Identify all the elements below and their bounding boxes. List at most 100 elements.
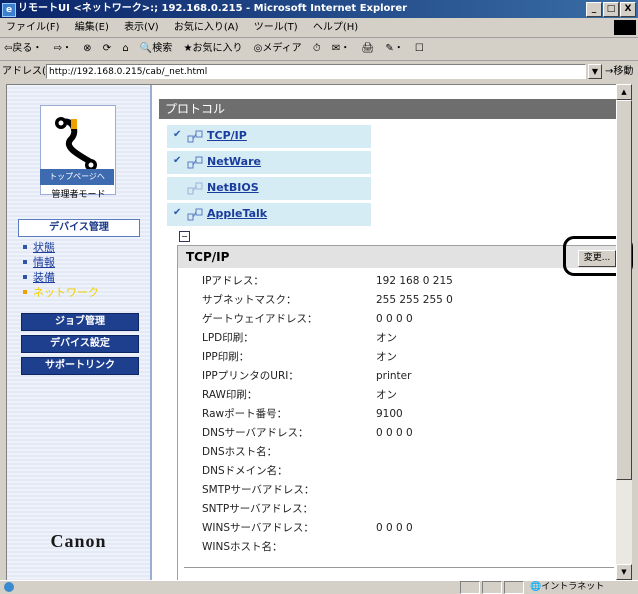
- go-button[interactable]: →移動: [605, 61, 633, 83]
- zone-label: イントラネット: [541, 582, 605, 592]
- maximize-button[interactable]: □: [603, 2, 619, 17]
- tcpip-settings-panel: TCP/IP 変更... IPアドレス： 192 168 0 215 サブネットマ…: [177, 245, 622, 581]
- setting-row-dns-domain: DNSドメイン名：: [202, 462, 602, 481]
- setting-row-ip-address: IPアドレス： 192 168 0 215: [202, 272, 602, 291]
- setting-label: WINSサーバアドレス：: [202, 522, 314, 534]
- stop-button[interactable]: ⊗: [79, 38, 95, 60]
- setting-value: 0 0 0 0: [376, 427, 413, 439]
- setting-label: DNSドメイン名：: [202, 465, 288, 477]
- setting-row-lpd: LPD印刷： オン: [202, 329, 602, 348]
- minimize-button[interactable]: _: [586, 2, 602, 17]
- favorites-button[interactable]: ★お気に入り: [180, 38, 247, 60]
- menu-bar: ファイル(F) 編集(E) 表示(V) お気に入り(A) ツール(T) ヘルプ(…: [0, 18, 638, 38]
- vertical-scrollbar[interactable]: ▲ ▼: [616, 84, 632, 580]
- sidebar-item-label[interactable]: 状態: [33, 241, 55, 254]
- sidebar-item-label[interactable]: 情報: [33, 256, 55, 269]
- protocol-link-netware[interactable]: NetWare: [207, 155, 261, 168]
- menu-file[interactable]: ファイル(F): [0, 18, 66, 37]
- setting-label: IPPプリンタのURI：: [202, 370, 299, 382]
- setting-row-subnet-mask: サブネットマスク： 255 255 255 0: [202, 291, 602, 310]
- support-link-button[interactable]: サポートリンク: [21, 357, 139, 375]
- job-management-button[interactable]: ジョブ管理: [21, 313, 139, 331]
- forward-button[interactable]: ⇨・: [50, 38, 76, 60]
- device-settings-button[interactable]: デバイス設定: [21, 335, 139, 353]
- home-button[interactable]: ⌂: [118, 38, 132, 60]
- back-button[interactable]: ⇦戻る・: [0, 38, 46, 60]
- check-icon: ✔: [173, 155, 182, 166]
- sidebar-item-features[interactable]: 装備: [23, 270, 99, 285]
- sidebar-item-status[interactable]: 状態: [23, 240, 99, 255]
- bullet-icon: [23, 275, 27, 279]
- bullet-icon: [23, 260, 27, 264]
- network-icon: [187, 130, 203, 143]
- device-management-header[interactable]: デバイス管理: [18, 219, 140, 237]
- menu-help[interactable]: ヘルプ(H): [307, 18, 364, 37]
- setting-row-smtp: SMTPサーバアドレス：: [202, 481, 602, 500]
- setting-label: WINSホスト名：: [202, 541, 283, 553]
- canon-logo: Canon: [50, 531, 107, 551]
- setting-value: 0 0 0 0: [376, 313, 413, 325]
- sidebar-item-network[interactable]: ネットワーク: [23, 285, 99, 300]
- mail-button[interactable]: ✉・: [328, 38, 354, 60]
- discuss-button[interactable]: ☐: [411, 38, 428, 60]
- address-bar: アドレス(D) http://192.168.0.215/cab/_net.ht…: [0, 61, 638, 83]
- setting-label: ゲートウェイアドレス：: [202, 313, 318, 325]
- scroll-down-icon[interactable]: ▼: [616, 564, 632, 580]
- panel-title: TCP/IP: [178, 246, 622, 268]
- setting-label: SNTPサーバアドレス：: [202, 503, 314, 515]
- device-management-links: 状態 情報 装備 ネットワーク: [23, 240, 99, 300]
- status-cells: [460, 581, 526, 594]
- scroll-thumb[interactable]: [616, 100, 632, 480]
- setting-label: IPアドレス：: [202, 275, 264, 287]
- protocol-row-appletalk: ✔ AppleTalk: [167, 203, 371, 226]
- sidebar-item-label[interactable]: ネットワーク: [33, 286, 99, 299]
- sidebar-item-label[interactable]: 装備: [33, 271, 55, 284]
- page-icon: [4, 582, 14, 592]
- setting-row-ipp-uri: IPPプリンタのURI： printer: [202, 367, 602, 386]
- protocol-link-netbios[interactable]: NetBIOS: [207, 181, 259, 194]
- setting-value: 192 168 0 215: [376, 275, 453, 287]
- setting-label: LPD印刷：: [202, 332, 254, 344]
- check-icon: ✔: [173, 207, 182, 218]
- check-icon: ✔: [173, 129, 182, 140]
- setting-label: IPP印刷：: [202, 351, 250, 363]
- bullet-icon: [23, 245, 27, 249]
- protocol-row-tcpip: ✔ TCP/IP: [167, 125, 371, 148]
- network-icon: [187, 182, 203, 195]
- protocol-link-appletalk[interactable]: AppleTalk: [207, 207, 267, 220]
- divider: [184, 567, 614, 568]
- protocol-link-tcpip[interactable]: TCP/IP: [207, 129, 247, 142]
- section-title: プロトコル: [159, 99, 621, 119]
- network-icon: [187, 156, 203, 169]
- search-button[interactable]: 🔍検索: [136, 38, 176, 60]
- address-input[interactable]: http://192.168.0.215/cab/_net.html: [46, 64, 586, 79]
- top-page-button[interactable]: トップページへ: [40, 169, 114, 185]
- menu-tools[interactable]: ツール(T): [248, 18, 304, 37]
- bullet-icon: [23, 290, 27, 294]
- setting-row-raw-port: Rawポート番号： 9100: [202, 405, 602, 424]
- media-button[interactable]: ◎メディア: [250, 38, 306, 60]
- setting-value: 9100: [376, 408, 403, 420]
- refresh-button[interactable]: ⟳: [99, 38, 115, 60]
- sidebar-item-info[interactable]: 情報: [23, 255, 99, 270]
- admin-mode-label: 管理者モード: [51, 190, 106, 200]
- scroll-up-icon[interactable]: ▲: [616, 84, 632, 100]
- print-button[interactable]: 🖨: [357, 38, 378, 60]
- setting-row-sntp: SNTPサーバアドレス：: [202, 500, 602, 519]
- menu-edit[interactable]: 編集(E): [69, 18, 115, 37]
- setting-value: 0 0 0 0: [376, 522, 413, 534]
- history-button[interactable]: ⏱: [309, 38, 325, 60]
- close-button[interactable]: X: [620, 2, 636, 17]
- setting-row-dns-host: DNSホスト名：: [202, 443, 602, 462]
- setting-value: printer: [376, 370, 412, 382]
- menu-favorites[interactable]: お気に入り(A): [168, 18, 245, 37]
- edit-button[interactable]: ✎・: [381, 38, 407, 60]
- network-icon: [187, 208, 203, 221]
- setting-row-ipp: IPP印刷： オン: [202, 348, 602, 367]
- address-dropdown-icon[interactable]: ▼: [588, 64, 602, 79]
- setting-label: DNSサーバアドレス：: [202, 427, 309, 439]
- setting-value: 255 255 255 0: [376, 294, 453, 306]
- collapse-icon[interactable]: −: [179, 231, 190, 242]
- menu-view[interactable]: 表示(V): [118, 18, 165, 37]
- status-cell: [482, 581, 502, 594]
